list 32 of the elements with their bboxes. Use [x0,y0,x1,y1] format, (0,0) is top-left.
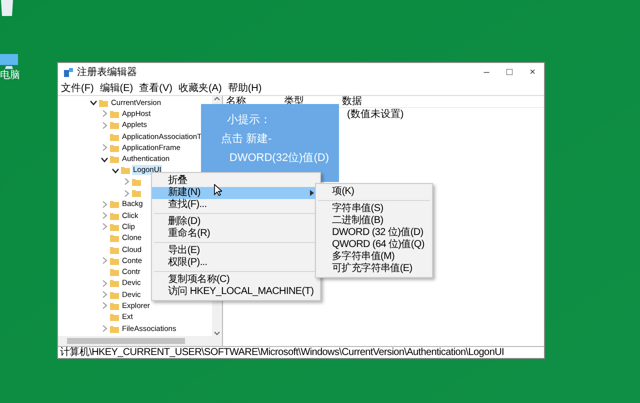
menu-item[interactable]: QWORD (64 位)值(Q) [316,239,432,251]
minimize-button[interactable]: – [475,63,498,82]
scroll-up-icon[interactable] [214,96,220,102]
menu-item[interactable]: 访问 HKEY_LOCAL_MACHINE(T) [152,286,320,298]
scroll-down-icon[interactable] [214,330,220,336]
recycle-bin-icon[interactable] [0,0,14,16]
icon-label: 电脑 [0,70,20,82]
menu-bar-item[interactable]: 收藏夹(A) [178,82,222,94]
menu-item[interactable]: DWORD (32 位)值(D) [316,227,432,239]
computer-icon[interactable] [0,54,18,70]
tip-text: 点击 新建- [220,133,273,146]
menu-bar-item[interactable]: 文件(F) [61,82,94,94]
menu-item[interactable]: 多字符串值(M) [316,251,432,263]
menu-bar-item[interactable]: 查看(V) [139,82,172,94]
horizontal-scrollbar[interactable] [58,336,222,346]
menu-item[interactable]: 折叠 [152,175,320,187]
column-header[interactable]: 数据 [342,96,400,107]
tip-text: 小提示： [226,114,272,127]
registry-app-icon [64,68,73,77]
menu-item[interactable]: 字符串值(S) [316,203,432,215]
maximize-button[interactable]: □ [498,63,521,82]
window-title: 注册表编辑器 [77,66,137,78]
menu-bar-item[interactable]: 编辑(E) [100,82,134,94]
tip-text: DWORD(32位)值(D) [229,152,330,165]
close-button[interactable]: × [521,63,544,82]
status-path: 计算机\HKEY_CURRENT_USER\SOFTWARE\Microsoft\Windows\CurrentVersion\Authentication\LogonUI [60,347,504,358]
menu-bar-item[interactable]: 帮助(H) [228,82,262,94]
table-cell: (数值未设置) [347,108,404,120]
menu-item[interactable]: 复制项名称(C) [152,274,320,286]
menu-item[interactable]: 二进制值(B) [316,215,432,227]
mouse-cursor-icon [214,184,222,196]
menu-item[interactable]: 可扩充字符串值(E) [316,263,432,275]
